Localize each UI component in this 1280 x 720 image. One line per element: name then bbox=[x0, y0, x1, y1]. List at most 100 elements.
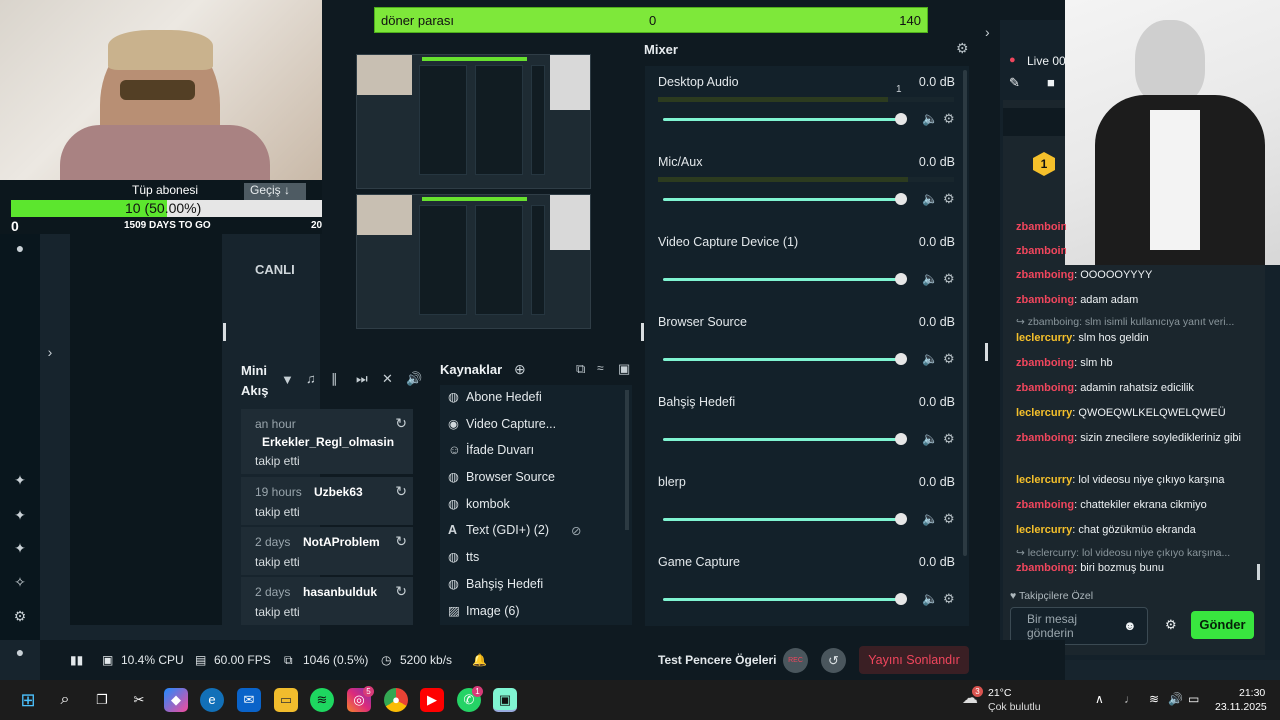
sources-scrollbar[interactable] bbox=[625, 390, 629, 530]
replay-icon[interactable]: ↻ bbox=[395, 583, 407, 600]
search-icon[interactable]: ⌕ bbox=[53, 688, 77, 712]
tray-chevron-icon[interactable]: ∧ bbox=[1095, 692, 1104, 706]
source-item[interactable]: ☺ İfade Duvarı bbox=[448, 443, 534, 457]
sparkle-icon[interactable]: ✧ bbox=[10, 572, 30, 592]
youtube-icon[interactable]: ▶ bbox=[420, 688, 444, 712]
camera-icon[interactable]: ■ bbox=[1047, 75, 1055, 90]
notification-bell-icon[interactable]: 🔔 bbox=[472, 653, 487, 667]
wifi-icon[interactable]: ≋ bbox=[1149, 692, 1159, 706]
speaker-icon[interactable]: 🔈 bbox=[922, 111, 938, 127]
chat-username[interactable]: zbamboing bbox=[1016, 432, 1074, 444]
gear-icon[interactable]: ⚙ bbox=[943, 191, 955, 207]
volume-slider-handle[interactable] bbox=[895, 193, 907, 205]
microphone-icon[interactable]: ♩ bbox=[1124, 692, 1136, 706]
apps-icon[interactable]: ✦ bbox=[10, 505, 30, 525]
outlook-icon[interactable]: ✉ bbox=[237, 688, 261, 712]
rec-button[interactable]: REC bbox=[783, 648, 808, 673]
gear-icon[interactable]: ⚙ bbox=[943, 351, 955, 367]
speaker-icon[interactable]: 🔈 bbox=[922, 191, 938, 207]
gear-icon[interactable]: ⚙ bbox=[943, 271, 955, 287]
chat-username[interactable]: zbamboing bbox=[1016, 499, 1074, 511]
source-item[interactable]: ◉ Video Capture... bbox=[448, 416, 556, 431]
replay-icon[interactable]: ↻ bbox=[395, 483, 407, 500]
volume-slider[interactable] bbox=[663, 278, 903, 281]
emoji-icon[interactable]: ☻ bbox=[1123, 618, 1137, 633]
source-item[interactable]: ◍ Bahşiş Hedefi bbox=[448, 576, 543, 591]
battery-icon[interactable]: ▭ bbox=[1188, 692, 1199, 706]
gear-icon[interactable]: ⚙ bbox=[943, 511, 955, 527]
themes-icon[interactable]: ✦ bbox=[10, 470, 30, 490]
volume-slider-handle[interactable] bbox=[895, 513, 907, 525]
filter-icon[interactable]: ▼ bbox=[281, 372, 294, 387]
scene-preview-1[interactable] bbox=[356, 54, 591, 189]
volume-slider-handle[interactable] bbox=[895, 593, 907, 605]
clock-time[interactable]: 21:30 bbox=[1239, 687, 1265, 699]
edit-stream-icon[interactable]: ✎ bbox=[1009, 75, 1020, 91]
replay-icon[interactable]: ↻ bbox=[395, 415, 407, 432]
source-item[interactable]: ◍ Abone Hedefi bbox=[448, 389, 542, 404]
volume-slider-handle[interactable] bbox=[895, 273, 907, 285]
volume-icon[interactable]: 🔊 bbox=[406, 371, 422, 387]
file-explorer-icon[interactable]: ▭ bbox=[274, 688, 298, 712]
resize-handle-left[interactable] bbox=[223, 323, 226, 341]
volume-slider-handle[interactable] bbox=[895, 353, 907, 365]
task-view-icon[interactable]: ❐ bbox=[90, 688, 114, 712]
chat-username[interactable]: leclercurry bbox=[1016, 524, 1072, 536]
volume-slider[interactable] bbox=[663, 118, 903, 121]
resize-handle-right[interactable] bbox=[985, 343, 988, 361]
source-item[interactable]: A Text (GDI+) (2) ⊘ bbox=[448, 523, 581, 538]
speaker-icon[interactable]: 🔈 bbox=[922, 511, 938, 527]
source-item[interactable]: ◍ kombok bbox=[448, 496, 510, 511]
chat-username[interactable]: leclercurry bbox=[1016, 407, 1072, 419]
record-icon[interactable]: ● bbox=[10, 238, 30, 258]
chat-username[interactable]: zbamboing bbox=[1016, 294, 1074, 306]
chat-username[interactable]: leclercurry bbox=[1016, 474, 1072, 486]
volume-slider[interactable] bbox=[663, 438, 903, 441]
end-stream-button[interactable]: Yayını Sonlandır bbox=[859, 646, 969, 674]
chat-username[interactable]: zbamboing bbox=[1016, 562, 1074, 574]
weather-desc[interactable]: Çok bulutlu bbox=[988, 701, 1041, 713]
expand-right-icon[interactable]: › bbox=[40, 342, 60, 362]
chat-username[interactable]: zbamboing bbox=[1016, 269, 1074, 281]
replay-buffer-icon[interactable]: ↺ bbox=[821, 648, 846, 673]
streamlabs-icon[interactable]: ▣ bbox=[493, 688, 517, 712]
copilot-icon[interactable]: ◆ bbox=[164, 688, 188, 712]
app-icon[interactable]: ✂ bbox=[127, 688, 151, 712]
chat-username[interactable]: leclercurry bbox=[1016, 332, 1072, 344]
mute-alerts-icon[interactable]: ✕ bbox=[382, 371, 393, 387]
settings-icon[interactable]: ⚙ bbox=[10, 606, 30, 626]
chat-username[interactable]: zbamboing bbox=[1016, 382, 1074, 394]
mixer-scrollbar[interactable] bbox=[963, 70, 967, 556]
volume-slider[interactable] bbox=[663, 198, 903, 201]
skip-icon[interactable]: ⏭ bbox=[356, 371, 368, 387]
speaker-icon[interactable]: 🔈 bbox=[922, 591, 938, 607]
stats-icon[interactable]: ▮▮ bbox=[70, 653, 83, 667]
volume-slider-handle[interactable] bbox=[895, 433, 907, 445]
highlighter-icon[interactable]: ✦ bbox=[10, 538, 30, 558]
chat-scrollbar[interactable] bbox=[1257, 564, 1260, 580]
edge-icon[interactable]: e bbox=[200, 688, 224, 712]
speaker-icon[interactable]: 🔈 bbox=[922, 351, 938, 367]
hidden-eye-icon[interactable]: ⊘ bbox=[571, 523, 581, 538]
send-button[interactable]: Gönder bbox=[1191, 611, 1254, 639]
windows-start-icon[interactable]: ⊞ bbox=[16, 688, 40, 712]
source-item[interactable]: ◍ Browser Source bbox=[448, 469, 555, 484]
music-icon[interactable]: ♫ bbox=[306, 371, 316, 386]
profile-icon[interactable]: ● bbox=[10, 642, 30, 662]
test-widgets-button[interactable]: Test Pencere Ögeleri bbox=[658, 653, 777, 667]
source-window-icon[interactable]: ⧉ bbox=[576, 361, 585, 377]
clock-date[interactable]: 23.11.2025 bbox=[1215, 701, 1267, 713]
volume-slider-handle[interactable] bbox=[895, 113, 907, 125]
scene-preview-2[interactable] bbox=[356, 194, 591, 329]
weather-temp[interactable]: 21°C bbox=[988, 687, 1011, 699]
volume-slider[interactable] bbox=[663, 518, 903, 521]
add-source-icon[interactable]: ⊕ bbox=[514, 361, 526, 378]
speaker-icon[interactable]: 🔈 bbox=[922, 431, 938, 447]
gear-icon[interactable]: ⚙ bbox=[943, 431, 955, 447]
source-item[interactable]: ▨ Image (6) bbox=[448, 603, 520, 618]
speaker-icon[interactable]: 🔈 bbox=[922, 271, 938, 287]
transition-button[interactable]: Geçiş ↓ bbox=[244, 183, 306, 200]
chrome-icon[interactable]: ● bbox=[384, 688, 408, 712]
pause-icon[interactable]: ∥ bbox=[331, 371, 338, 387]
chat-settings-icon[interactable]: ⚙ bbox=[1165, 617, 1177, 633]
